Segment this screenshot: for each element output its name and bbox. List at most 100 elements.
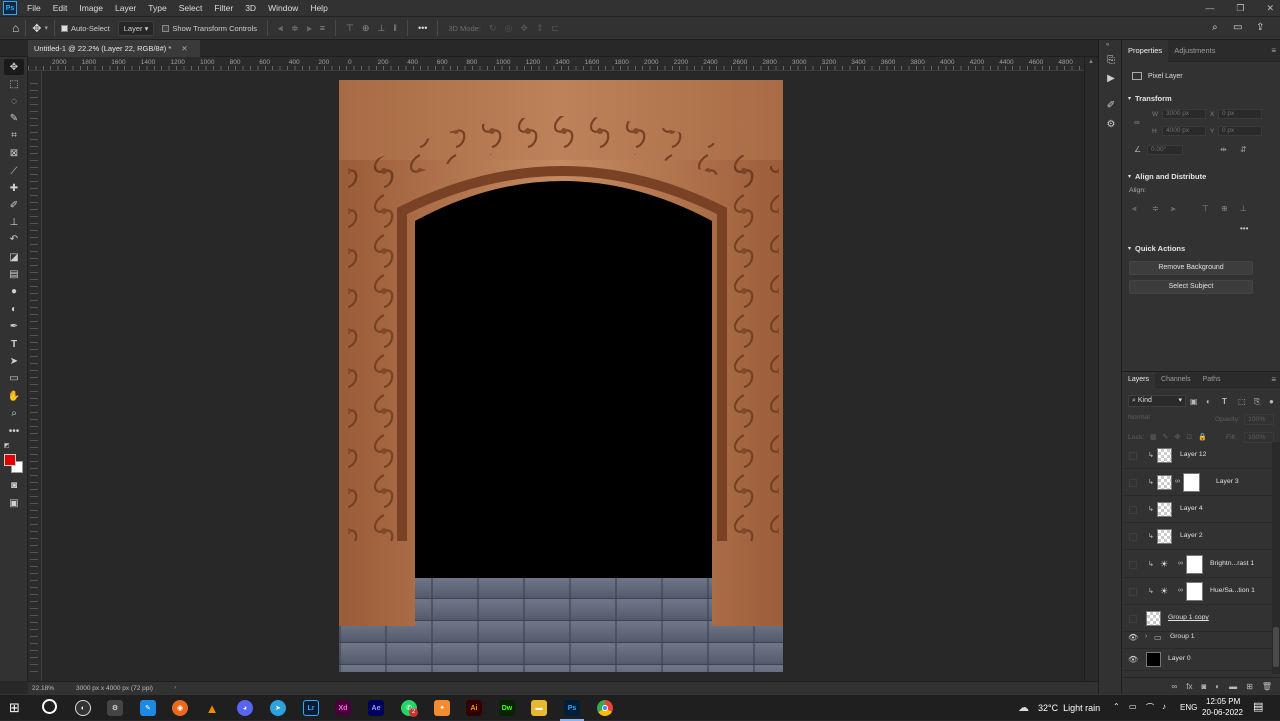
chevron-down-icon[interactable]: ▾ [44,24,48,32]
history-panel-icon[interactable]: ⎘ [1103,55,1119,69]
quick-select-tool-icon[interactable]: ✎ [4,110,24,126]
delete-layer-icon[interactable]: 🗑 [1262,682,1272,691]
layer-row[interactable]: ↳ Layer 4 [1122,496,1272,523]
flip-vertical-icon[interactable]: ⇵ [1240,145,1247,154]
select-subject-button[interactable]: Select Subject [1129,280,1253,294]
y-field[interactable]: 0 px [1218,126,1262,136]
blur-tool-icon[interactable]: ● [4,283,24,299]
layer-row[interactable]: ↳ Layer 12 [1122,442,1272,469]
lightroom-icon[interactable]: Lr [303,700,319,716]
layer-mask-thumbnail[interactable] [1183,473,1200,492]
flip-horizontal-icon[interactable]: ⇹ [1220,145,1227,154]
hand-tool-icon[interactable]: ✋ [4,388,24,404]
align-vertical-centers-icon[interactable]: ⊕ [1221,204,1228,213]
link-icon[interactable]: ∞ [1134,118,1140,127]
menu-edit[interactable]: Edit [47,0,74,16]
volume-icon[interactable]: ♪ [1162,702,1166,711]
chevron-right-icon[interactable]: › [1145,633,1147,640]
app-icon-circle[interactable]: ◐ [75,700,91,716]
x-field[interactable]: 0 px [1218,109,1262,119]
clock-date[interactable]: 20-06-2022 [1202,708,1243,717]
tab-adjustments[interactable]: Adjustments [1168,40,1221,62]
crop-tool-icon[interactable]: ⌗ [4,127,24,143]
filter-pixel-icon[interactable]: ▣ [1190,397,1198,406]
menu-window[interactable]: Window [262,0,304,16]
align-bottom-edges-icon[interactable]: ⊥ [1240,204,1247,213]
layer-list-scrollbar[interactable] [1272,442,1280,674]
eraser-tool-icon[interactable]: ◪ [4,249,24,265]
dreamweaver-icon[interactable]: Dw [499,700,515,716]
layer-row[interactable]: 👁 Layer 0 [1122,649,1272,671]
weather-text[interactable]: 32°C Light rain [1038,703,1100,713]
zoom-level[interactable]: 22.18% [32,685,54,692]
cortana-icon[interactable] [42,699,57,714]
tray-chevron-icon[interactable]: ⌃ [1113,702,1120,711]
layer-mask-thumbnail[interactable] [1186,582,1203,601]
3d-pan-icon[interactable]: ✥ [520,23,528,34]
move-tool-icon[interactable]: ✥ [4,59,24,75]
type-tool-icon[interactable]: T [4,336,24,352]
visibility-toggle[interactable] [1129,479,1137,487]
clone-stamp-icon[interactable]: ⊥ [4,214,24,230]
path-select-icon[interactable]: ➤ [4,353,24,369]
chrome-icon[interactable] [597,700,613,716]
align-right-icon[interactable]: ⫸ [307,23,312,34]
tab-channels[interactable]: Channels [1155,372,1197,388]
illustrator-icon[interactable]: Ai [466,700,482,716]
marquee-tool-icon[interactable]: ⬚ [4,76,24,92]
screen-mode-icon[interactable]: ▣ [4,495,24,511]
lock-icons[interactable]: ▦✎✥⊡🔒 [1150,433,1213,441]
home-icon[interactable]: ⌂ [12,21,19,35]
language-indicator[interactable]: ENG [1180,703,1197,712]
network-icon[interactable]: ⌒ [1146,702,1154,713]
layer-name[interactable]: Layer 2 [1180,532,1203,539]
fx-icon[interactable]: fx [1186,682,1192,691]
menu-image[interactable]: Image [73,0,109,16]
app-icon-settings[interactable]: ⚙ [107,700,123,716]
panel-menu-icon[interactable]: ≡ [1271,46,1276,55]
close-icon[interactable]: ✕ [1266,3,1274,14]
auto-select-checkbox[interactable]: Auto-Select [60,24,110,33]
scroll-up-icon[interactable]: ▲ [1088,59,1094,65]
visibility-toggle[interactable] [1129,588,1137,596]
align-vcenter-icon[interactable]: ⊕ [362,23,370,34]
clock-time[interactable]: 12:05 PM [1206,697,1240,706]
3d-roll-icon[interactable]: ◎ [504,23,512,34]
3d-slide-icon[interactable]: ⇕ [536,23,544,34]
gradient-tool-icon[interactable]: ▤ [4,266,24,282]
menu-file[interactable]: File [21,0,47,16]
tab-properties[interactable]: Properties [1122,39,1169,62]
opacity-field[interactable]: 100% [1244,414,1274,425]
foreground-color-swatch[interactable] [4,454,16,466]
canvas-area[interactable] [42,71,1084,681]
layer-name[interactable]: Group 1 copy [1168,614,1209,621]
telegram-icon[interactable]: ➤ [270,700,286,716]
filter-kind-dropdown[interactable]: ⌕ Kind ▾ [1128,395,1186,407]
menu-type[interactable]: Type [142,0,172,16]
new-layer-icon[interactable]: ⊞ [1246,682,1253,691]
layer-mask-thumbnail[interactable] [1186,555,1203,574]
status-menu-icon[interactable]: › [174,684,176,691]
zoom-tool-icon[interactable]: ⌕ [4,405,24,421]
filter-type-icon[interactable]: T [1222,397,1227,406]
adjustments-dock-icon[interactable]: ⚙ [1103,119,1119,133]
minimize-icon[interactable]: — [1205,3,1214,13]
align-top-edges-icon[interactable]: ⊤ [1202,204,1209,213]
after-effects-icon[interactable]: Ae [368,700,384,716]
photoshop-taskbar-icon[interactable]: Ps [564,700,580,716]
canvas-scrollbar[interactable]: ▲ [1084,57,1098,681]
pen-tool-icon[interactable]: ✒ [4,318,24,334]
show-transform-checkbox[interactable]: Show Transform Controls [162,24,257,33]
restore-icon[interactable]: ❐ [1236,3,1244,14]
distribute-icon[interactable]: ≡ [320,23,325,33]
rectangle-tool-icon[interactable]: ▭ [4,370,24,386]
dodge-tool-icon[interactable]: ◐ [4,301,24,317]
firefox-icon[interactable]: ◉ [172,700,188,716]
quick-actions-header[interactable]: ▾ Quick Actions [1128,244,1185,253]
height-field[interactable]: 4000 px [1162,126,1206,136]
layer-name[interactable]: Hue/Sa...tion 1 [1210,587,1255,594]
brush-tool-icon[interactable]: ✐ [4,197,24,213]
app-icon-blue[interactable]: ✎ [140,700,156,716]
layer-row[interactable]: ↳ ☀ ∞ Brightn...rast 1 [1122,551,1272,578]
document-tab[interactable]: Untitled-1 @ 22.2% (Layer 22, RGB/8#) * … [28,40,200,57]
